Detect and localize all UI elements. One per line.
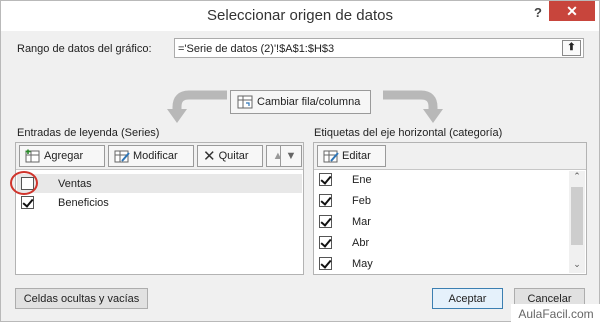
category-label: May <box>352 257 373 270</box>
collapse-dialog-button[interactable]: ⬆ <box>562 40 581 56</box>
list-item-series-ventas[interactable]: Ventas <box>17 174 302 193</box>
watermark: AulaFacil.com <box>511 304 600 322</box>
edit-table-icon <box>323 150 339 163</box>
category-label: Ene <box>352 173 372 186</box>
switch-row-column-label: Cambiar fila/columna <box>257 96 361 108</box>
edit-series-button[interactable]: Modificar <box>108 145 194 167</box>
switch-row-column-icon <box>237 95 253 109</box>
chart-range-input[interactable] <box>178 41 553 56</box>
legend-toolbar: Agregar Modificar ✕ Quitar ▲ <box>16 143 303 170</box>
category-label: Mar <box>352 215 371 228</box>
series-beneficios-label: Beneficios <box>58 196 109 209</box>
list-item-category[interactable]: Feb <box>315 191 371 210</box>
category-checkbox[interactable] <box>319 257 332 270</box>
axis-toolbar: Editar <box>314 143 586 170</box>
add-series-label: Agregar <box>44 150 84 162</box>
dialog-title: Seleccionar origen de datos <box>207 7 393 24</box>
triangle-down-icon: ▼ <box>285 150 297 162</box>
edit-series-label: Modificar <box>133 150 178 162</box>
hidden-empty-cells-label: Celdas ocultas y vacías <box>23 292 140 305</box>
chart-range-field[interactable]: ⬆ <box>174 38 584 58</box>
list-item-category[interactable]: Mar <box>315 212 371 231</box>
edit-axis-labels-button[interactable]: Editar <box>317 145 386 167</box>
remove-series-button[interactable]: ✕ Quitar <box>197 145 263 167</box>
curved-arrow-left-icon <box>167 90 227 123</box>
category-checkbox[interactable] <box>319 173 332 186</box>
edit-table-icon <box>114 150 130 163</box>
chart-range-label-text: Rango de datos del gráfico: <box>17 43 152 55</box>
series-beneficios-checkbox[interactable] <box>21 196 34 209</box>
close-button[interactable]: ✕ <box>549 1 595 21</box>
legend-entries-header: Entradas de leyenda (Series) <box>17 127 160 139</box>
cancel-label: Cancelar <box>527 292 572 305</box>
accept-button[interactable]: Aceptar <box>432 288 503 309</box>
move-down-button[interactable]: ▼ <box>280 145 302 167</box>
curved-arrow-right-icon <box>383 90 443 123</box>
edit-axis-labels-label: Editar <box>342 150 371 162</box>
collapse-arrow-icon: ⬆ <box>567 42 576 53</box>
title-bar: Seleccionar origen de datos ? ✕ <box>1 1 599 31</box>
category-checkbox[interactable] <box>319 194 332 207</box>
remove-series-label: Quitar <box>218 150 249 162</box>
hidden-empty-cells-button[interactable]: Celdas ocultas y vacías <box>15 288 148 309</box>
series-ventas-label: Ventas <box>58 177 92 190</box>
help-button[interactable]: ? <box>529 4 547 22</box>
add-table-icon <box>25 149 40 163</box>
list-item-category[interactable]: Ene <box>315 170 372 189</box>
scroll-up-icon[interactable]: ⌃ <box>569 171 585 185</box>
list-item-category[interactable]: Abr <box>315 233 369 252</box>
chart-range-label: Rango de datos del gráfico: <box>17 43 152 55</box>
scroll-thumb[interactable] <box>571 187 583 245</box>
list-item-category[interactable]: May <box>315 254 373 273</box>
select-data-source-dialog: Seleccionar origen de datos ? ✕ Rango de… <box>0 0 600 322</box>
axis-labels-panel: Editar Ene Feb Mar Abr May ⌃ ⌄ <box>313 142 587 275</box>
category-label: Abr <box>352 236 370 249</box>
scroll-down-icon[interactable]: ⌄ <box>569 259 585 273</box>
highlight-circle <box>10 171 38 195</box>
category-checkbox[interactable] <box>319 215 332 228</box>
category-label: Feb <box>352 194 371 207</box>
list-item-series-beneficios[interactable]: Beneficios <box>17 193 302 212</box>
axis-list-scrollbar[interactable]: ⌃ ⌄ <box>569 171 585 273</box>
add-series-button[interactable]: Agregar <box>19 145 105 167</box>
accept-label: Aceptar <box>448 292 487 305</box>
axis-labels-header: Etiquetas del eje horizontal (categoría) <box>314 127 503 139</box>
switch-row-column-button[interactable]: Cambiar fila/columna <box>230 90 371 114</box>
remove-x-icon: ✕ <box>203 148 216 165</box>
category-checkbox[interactable] <box>319 236 332 249</box>
legend-entries-panel: Agregar Modificar ✕ Quitar ▲ ▼ Ventas Be… <box>15 142 304 275</box>
